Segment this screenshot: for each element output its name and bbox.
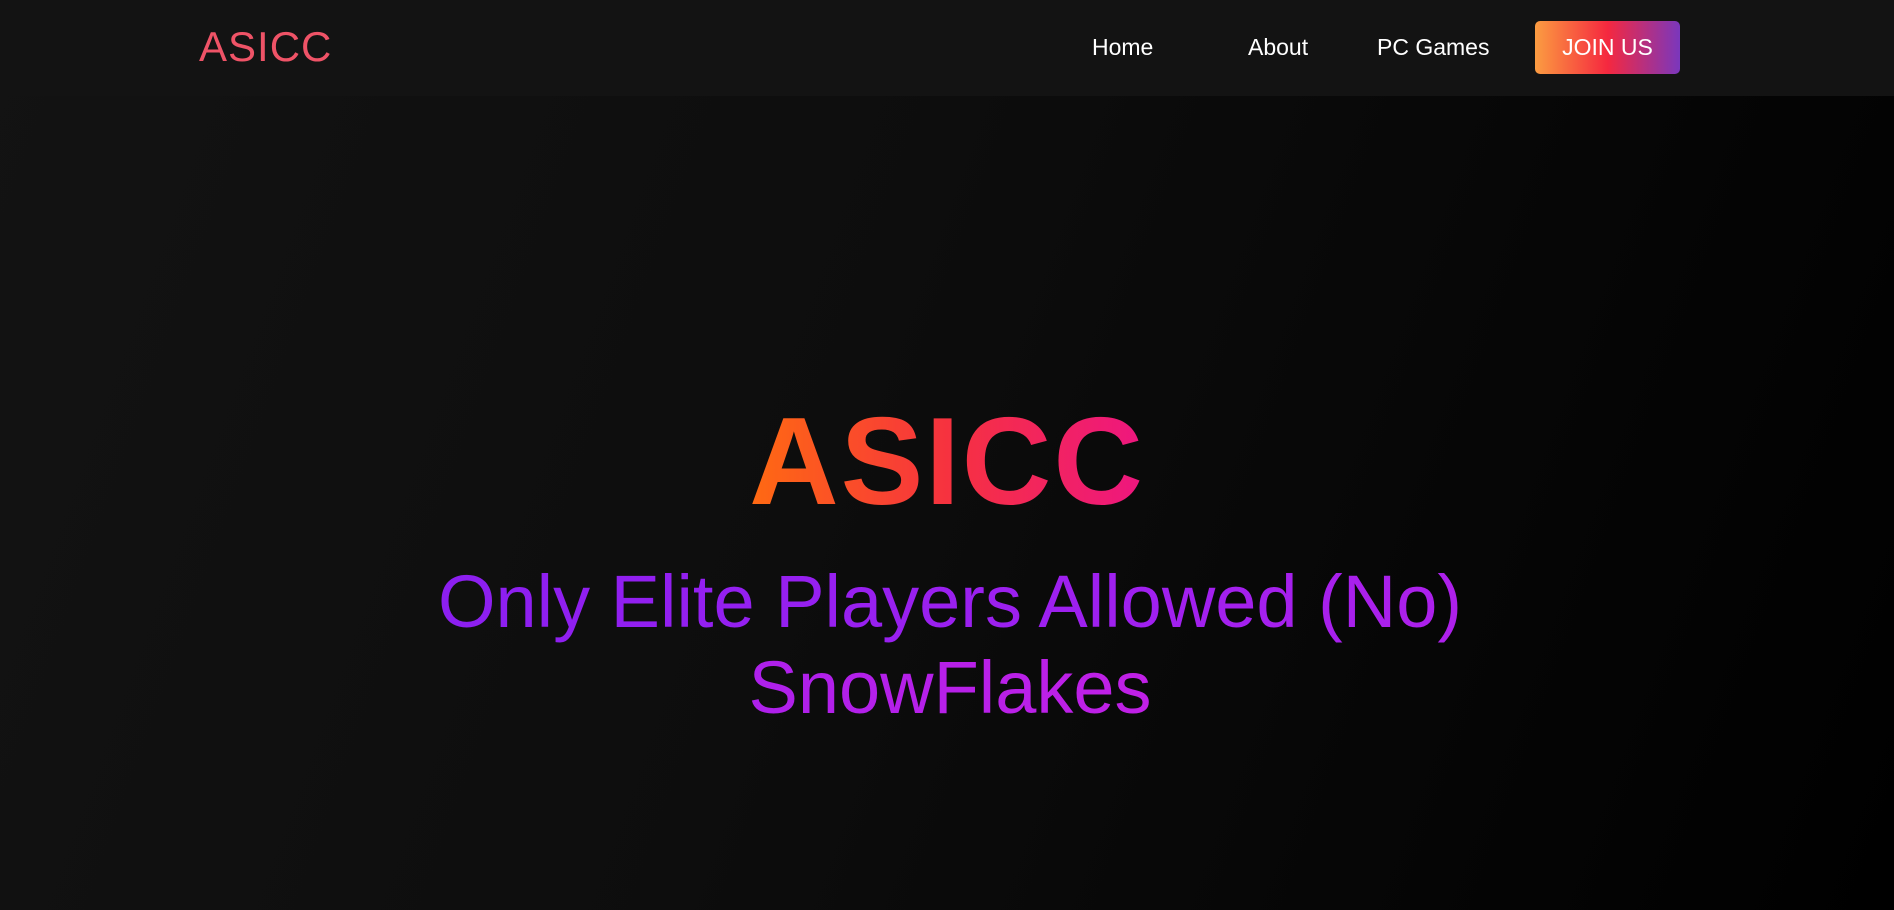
hero-section: ASICC Only Elite Players Allowed (No) Sn… — [0, 96, 1894, 910]
hero-title: ASICC — [0, 392, 1894, 532]
hero-subtitle-text: Only Elite Players Allowed (No) SnowFlak… — [437, 560, 1463, 729]
nav-link-about[interactable]: About — [1248, 33, 1308, 61]
nav-link-home[interactable]: Home — [1092, 33, 1153, 61]
join-us-button[interactable]: JOIN US — [1535, 21, 1680, 74]
hero-subtitle: Only Elite Players Allowed (No) SnowFlak… — [400, 559, 1500, 731]
nav-link-pc-games[interactable]: PC Games — [1377, 33, 1489, 61]
navbar: ASICC Home About PC Games JOIN US — [0, 0, 1894, 96]
hero-title-text: ASICC — [749, 393, 1145, 531]
site-logo[interactable]: ASICC — [199, 22, 332, 72]
